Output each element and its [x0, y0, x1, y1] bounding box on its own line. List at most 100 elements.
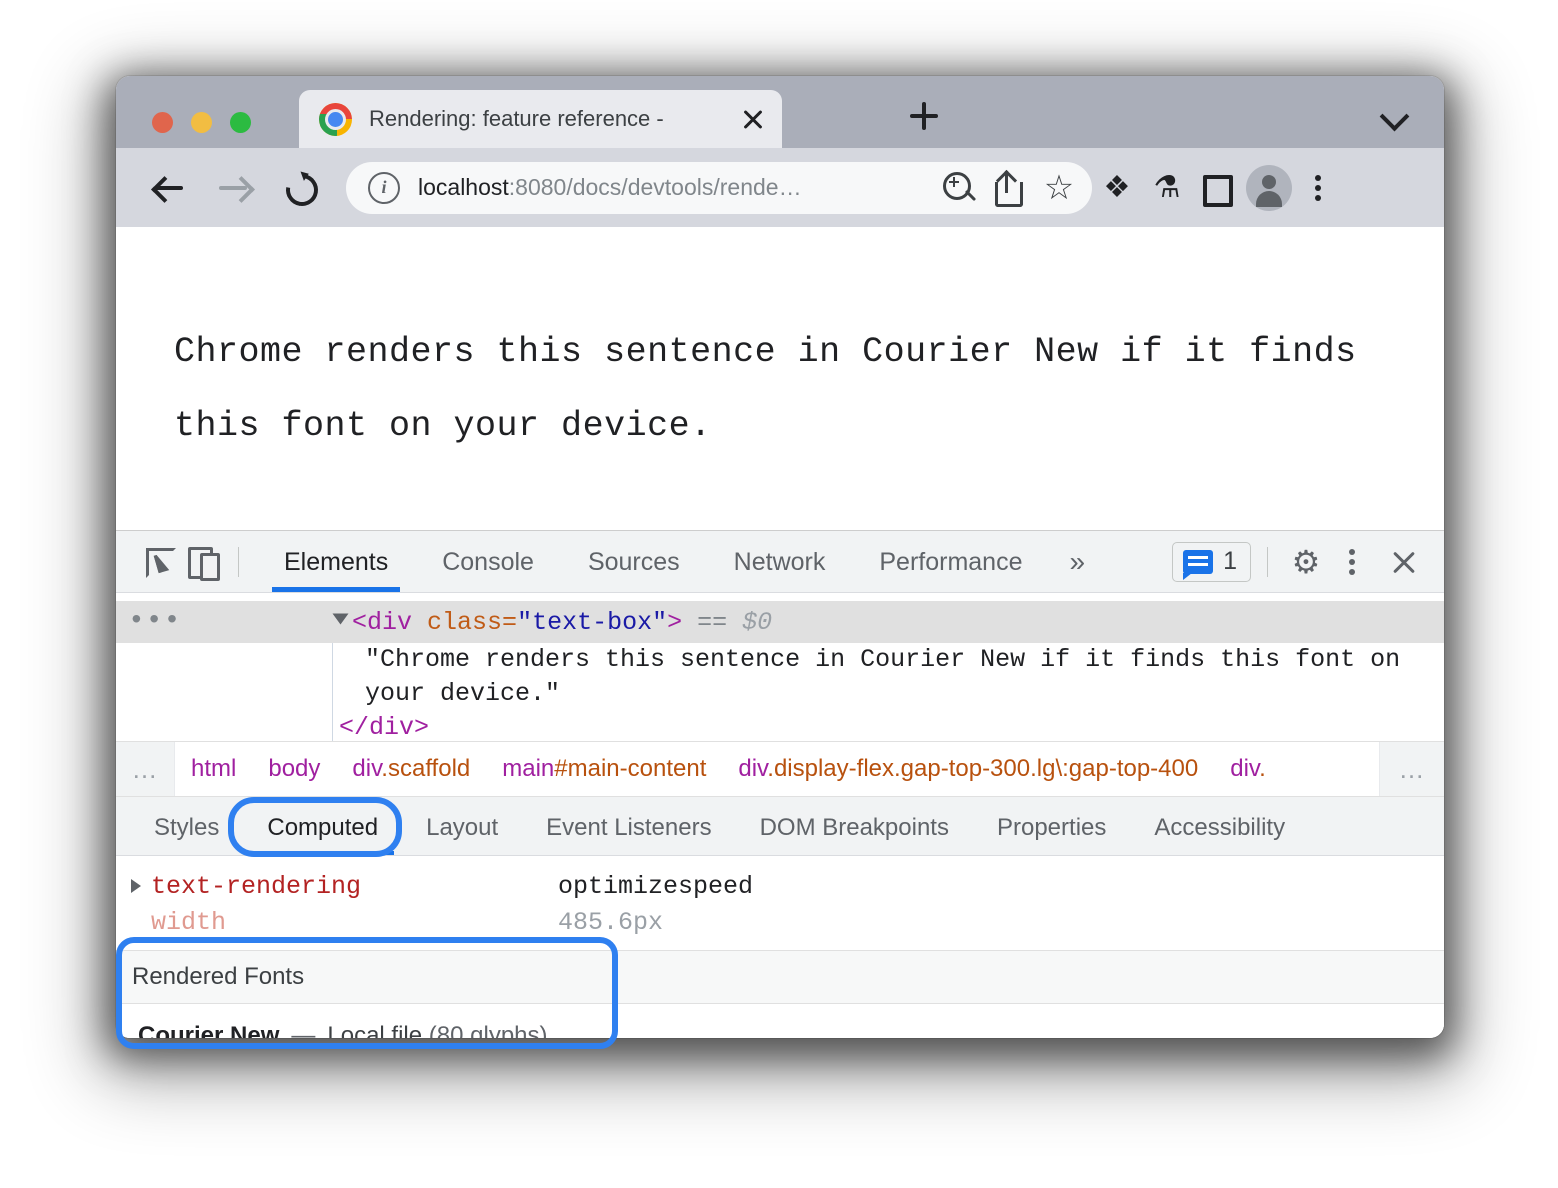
dom-node-selected[interactable]: ••• <div class="text-box"> == $0: [116, 601, 1444, 643]
window-close-button[interactable]: [152, 112, 173, 133]
reload-icon[interactable]: [274, 162, 326, 214]
breadcrumb-overflow-right[interactable]: …: [1379, 742, 1444, 796]
property-value: 485.6px: [558, 908, 663, 937]
tab-computed[interactable]: Computed: [261, 798, 384, 855]
breadcrumb-suffix: .: [1259, 755, 1266, 782]
flask-icon[interactable]: ⚗: [1142, 163, 1192, 213]
dom-attr-name: class: [427, 608, 502, 637]
site-info-icon[interactable]: i: [368, 172, 400, 204]
dom-row-partial: > >: [116, 593, 1444, 601]
dom-tree[interactable]: > > ••• <div class="text-box"> == $0 "Ch…: [116, 593, 1444, 741]
tab-dom-breakpoints[interactable]: DOM Breakpoints: [754, 798, 955, 855]
window-minimize-button[interactable]: [191, 112, 212, 133]
window-maximize-button[interactable]: [230, 112, 251, 133]
font-glyph-count: (80 glyphs): [429, 1022, 548, 1038]
dom-eq-marker: ==: [697, 608, 727, 637]
zoom-icon[interactable]: [934, 163, 984, 213]
devtools-panel: Elements Console Sources Network Perform…: [116, 530, 1444, 1038]
expand-triangle-icon[interactable]: [333, 613, 349, 624]
tab-network[interactable]: Network: [730, 531, 830, 592]
browser-toolbar: i localhost:8080/docs/devtools/rende… ☆ …: [116, 148, 1444, 227]
issues-message-icon: [1183, 550, 1213, 574]
toolbar-divider: [238, 547, 239, 577]
tab-strip: Rendering: feature reference -: [116, 76, 1444, 148]
forward-arrow-icon[interactable]: [208, 162, 260, 214]
tab-performance[interactable]: Performance: [875, 531, 1026, 592]
sidebar-tabs: Styles Computed Layout Event Listeners D…: [116, 797, 1444, 856]
breadcrumb-suffix: #main-content: [554, 755, 706, 782]
browser-tab[interactable]: Rendering: feature reference -: [299, 90, 782, 148]
bookmark-star-icon[interactable]: ☆: [1034, 163, 1084, 213]
url-path: :8080/docs/devtools/rende…: [509, 174, 802, 200]
tab-console[interactable]: Console: [438, 531, 538, 592]
property-name: width: [151, 908, 558, 937]
dom-closing-tag: </div>: [335, 711, 1444, 741]
gear-icon[interactable]: ⚙: [1284, 540, 1328, 584]
dom-text-node[interactable]: "Chrome renders this sentence in Courier…: [116, 643, 1444, 741]
devtools-more-options-icon[interactable]: [1332, 540, 1372, 584]
dom-partial-fragment-b: >: [951, 593, 966, 600]
breadcrumb-tag: main: [502, 755, 554, 782]
breadcrumb-tag: div: [1230, 755, 1259, 782]
property-name: text-rendering: [151, 872, 558, 901]
computed-properties-list: text-rendering optimizespeed width 485.6…: [116, 856, 1444, 950]
address-bar[interactable]: i localhost:8080/docs/devtools/rende… ☆: [346, 162, 1092, 214]
tab-sources[interactable]: Sources: [584, 531, 684, 592]
device-toolbar-icon[interactable]: [182, 540, 226, 584]
rendered-fonts-body: Courier New—Local file (80 glyphs): [116, 1004, 1444, 1038]
breadcrumb-tag: div: [352, 755, 381, 782]
issues-button[interactable]: 1: [1172, 542, 1251, 582]
tab-styles[interactable]: Styles: [148, 798, 225, 855]
dom-node-line: <div class="text-box"> == $0: [335, 608, 772, 637]
tab-properties[interactable]: Properties: [991, 798, 1112, 855]
font-name: Courier New: [138, 1022, 279, 1038]
breadcrumb-suffix: .display-flex.gap-top-300.lg\:gap-top-40…: [767, 755, 1198, 782]
breadcrumb-overflow-left[interactable]: …: [116, 742, 175, 796]
property-value: optimizespeed: [558, 872, 753, 901]
close-devtools-icon[interactable]: [1382, 540, 1426, 584]
extensions-puzzle-icon[interactable]: ❖: [1092, 163, 1142, 213]
tab-event-listeners[interactable]: Event Listeners: [540, 798, 717, 855]
share-icon[interactable]: [984, 163, 1034, 213]
breadcrumb-item-div-display-flex[interactable]: div.display-flex.gap-top-300.lg\:gap-top…: [722, 755, 1214, 783]
dom-attr-value: "text-box": [517, 608, 667, 637]
breadcrumb-item-body[interactable]: body: [252, 755, 336, 783]
toolbar-divider-2: [1267, 547, 1268, 577]
dom-dollar-ref: $0: [742, 608, 772, 637]
avatar[interactable]: [1246, 165, 1292, 211]
dom-close-bracket: >: [667, 608, 682, 637]
chevron-down-icon[interactable]: [1379, 100, 1409, 130]
expand-triangle-icon[interactable]: [131, 879, 141, 893]
issues-count: 1: [1223, 547, 1237, 576]
breadcrumb-item-div-truncated[interactable]: div.: [1214, 755, 1282, 783]
tab-accessibility[interactable]: Accessibility: [1148, 798, 1291, 855]
browser-window: Rendering: feature reference - i localho…: [116, 76, 1444, 1038]
address-bar-url: localhost:8080/docs/devtools/rende…: [418, 174, 934, 201]
window-traffic-lights: [152, 112, 251, 133]
tab-elements[interactable]: Elements: [280, 531, 392, 592]
dom-open-tag: <div: [352, 608, 412, 637]
close-tab-icon[interactable]: [730, 96, 776, 142]
chrome-logo-icon: [319, 103, 352, 136]
url-host: localhost: [418, 174, 509, 200]
breadcrumb-item-main-content[interactable]: main#main-content: [486, 755, 722, 783]
computed-property-row[interactable]: text-rendering optimizespeed: [116, 868, 1444, 904]
new-tab-button[interactable]: [906, 98, 942, 134]
breadcrumb-item-div-scaffold[interactable]: div.scaffold: [336, 755, 486, 783]
breadcrumb-tag: div: [738, 755, 767, 782]
breadcrumb-item-html[interactable]: html: [175, 755, 252, 783]
computed-property-row[interactable]: width 485.6px: [116, 904, 1444, 940]
page-viewport: Chrome renders this sentence in Courier …: [116, 227, 1444, 530]
devtools-toolbar: Elements Console Sources Network Perform…: [116, 531, 1444, 593]
breadcrumb[interactable]: … html body div.scaffold main#main-conte…: [116, 741, 1444, 797]
kebab-menu-icon[interactable]: [1296, 163, 1340, 213]
tab-title: Rendering: feature reference -: [369, 106, 730, 132]
back-arrow-icon[interactable]: [142, 162, 194, 214]
dom-attr-eq: =: [502, 608, 517, 637]
rendered-fonts-header[interactable]: Rendered Fonts: [116, 950, 1444, 1004]
font-source: Local file: [327, 1022, 422, 1038]
more-tabs-icon[interactable]: »: [1069, 546, 1082, 578]
inspect-element-icon[interactable]: [138, 540, 182, 584]
side-panel-icon[interactable]: [1192, 163, 1242, 213]
tab-layout[interactable]: Layout: [420, 798, 504, 855]
